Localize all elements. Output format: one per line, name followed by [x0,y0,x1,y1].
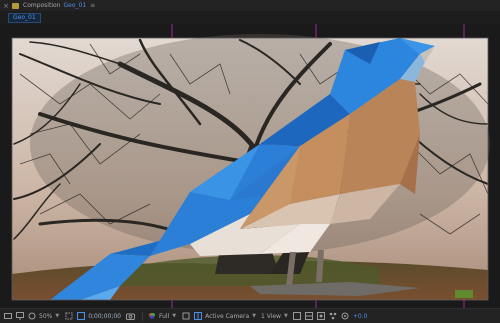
views-dropdown[interactable]: 1 View ▼ [261,313,288,320]
zoom-dropdown[interactable]: 50% ▼ [39,313,59,320]
renderer-icon[interactable] [317,312,326,321]
flowchart-icon[interactable] [329,312,338,321]
resolution-value: Full [159,312,170,320]
zoom-value: 50% [39,312,53,320]
close-icon[interactable]: × [0,2,12,10]
viewer-canvas[interactable] [0,24,500,308]
exposure-value[interactable]: +0.0 [353,313,368,320]
comp-name[interactable]: Geo_01 [63,2,86,9]
grid-toggle-icon[interactable] [193,312,202,321]
tab-geo-01[interactable]: Geo_01 [8,13,41,23]
composition-panel-header: × Composition Geo_01 ≡ [0,0,500,11]
exposure-reset-icon[interactable] [341,312,350,321]
panel-menu-icon[interactable]: ≡ [90,2,95,9]
panel-label: Composition [23,2,61,9]
transparency-grid-icon[interactable] [76,312,85,321]
chevron-down-icon: ▼ [172,313,177,319]
toggle-icon[interactable] [293,312,302,321]
region-icon[interactable] [64,312,73,321]
mask-icon[interactable] [27,312,36,321]
3d-icon[interactable] [305,312,314,321]
chevron-down-icon: ▼ [252,313,256,319]
composition-tabbar: Geo_01 [0,11,500,24]
lock-icon[interactable] [12,2,19,9]
preview-icon[interactable] [3,312,12,321]
monitor-icon[interactable] [15,312,24,321]
snapshot-icon[interactable] [126,312,135,321]
toolbar-separator [142,311,143,321]
camera-dropdown[interactable]: Active Camera ▼ [205,313,256,320]
resolution-dropdown[interactable]: Full ▼ [159,313,176,320]
timecode[interactable]: 0;00;00;00 [88,313,121,320]
views-value: 1 View [261,312,281,320]
viewer-footer-toolbar: 50% ▼ 0;00;00;00 Full ▼ Active Camera ▼ … [0,308,500,323]
composition-viewer[interactable] [0,24,500,308]
roi-icon[interactable] [181,312,190,321]
chevron-down-icon: ▼ [283,313,288,319]
chevron-down-icon: ▼ [55,313,60,319]
camera-value: Active Camera [205,312,250,320]
channel-icon[interactable] [147,312,156,321]
composition-image [12,34,490,300]
